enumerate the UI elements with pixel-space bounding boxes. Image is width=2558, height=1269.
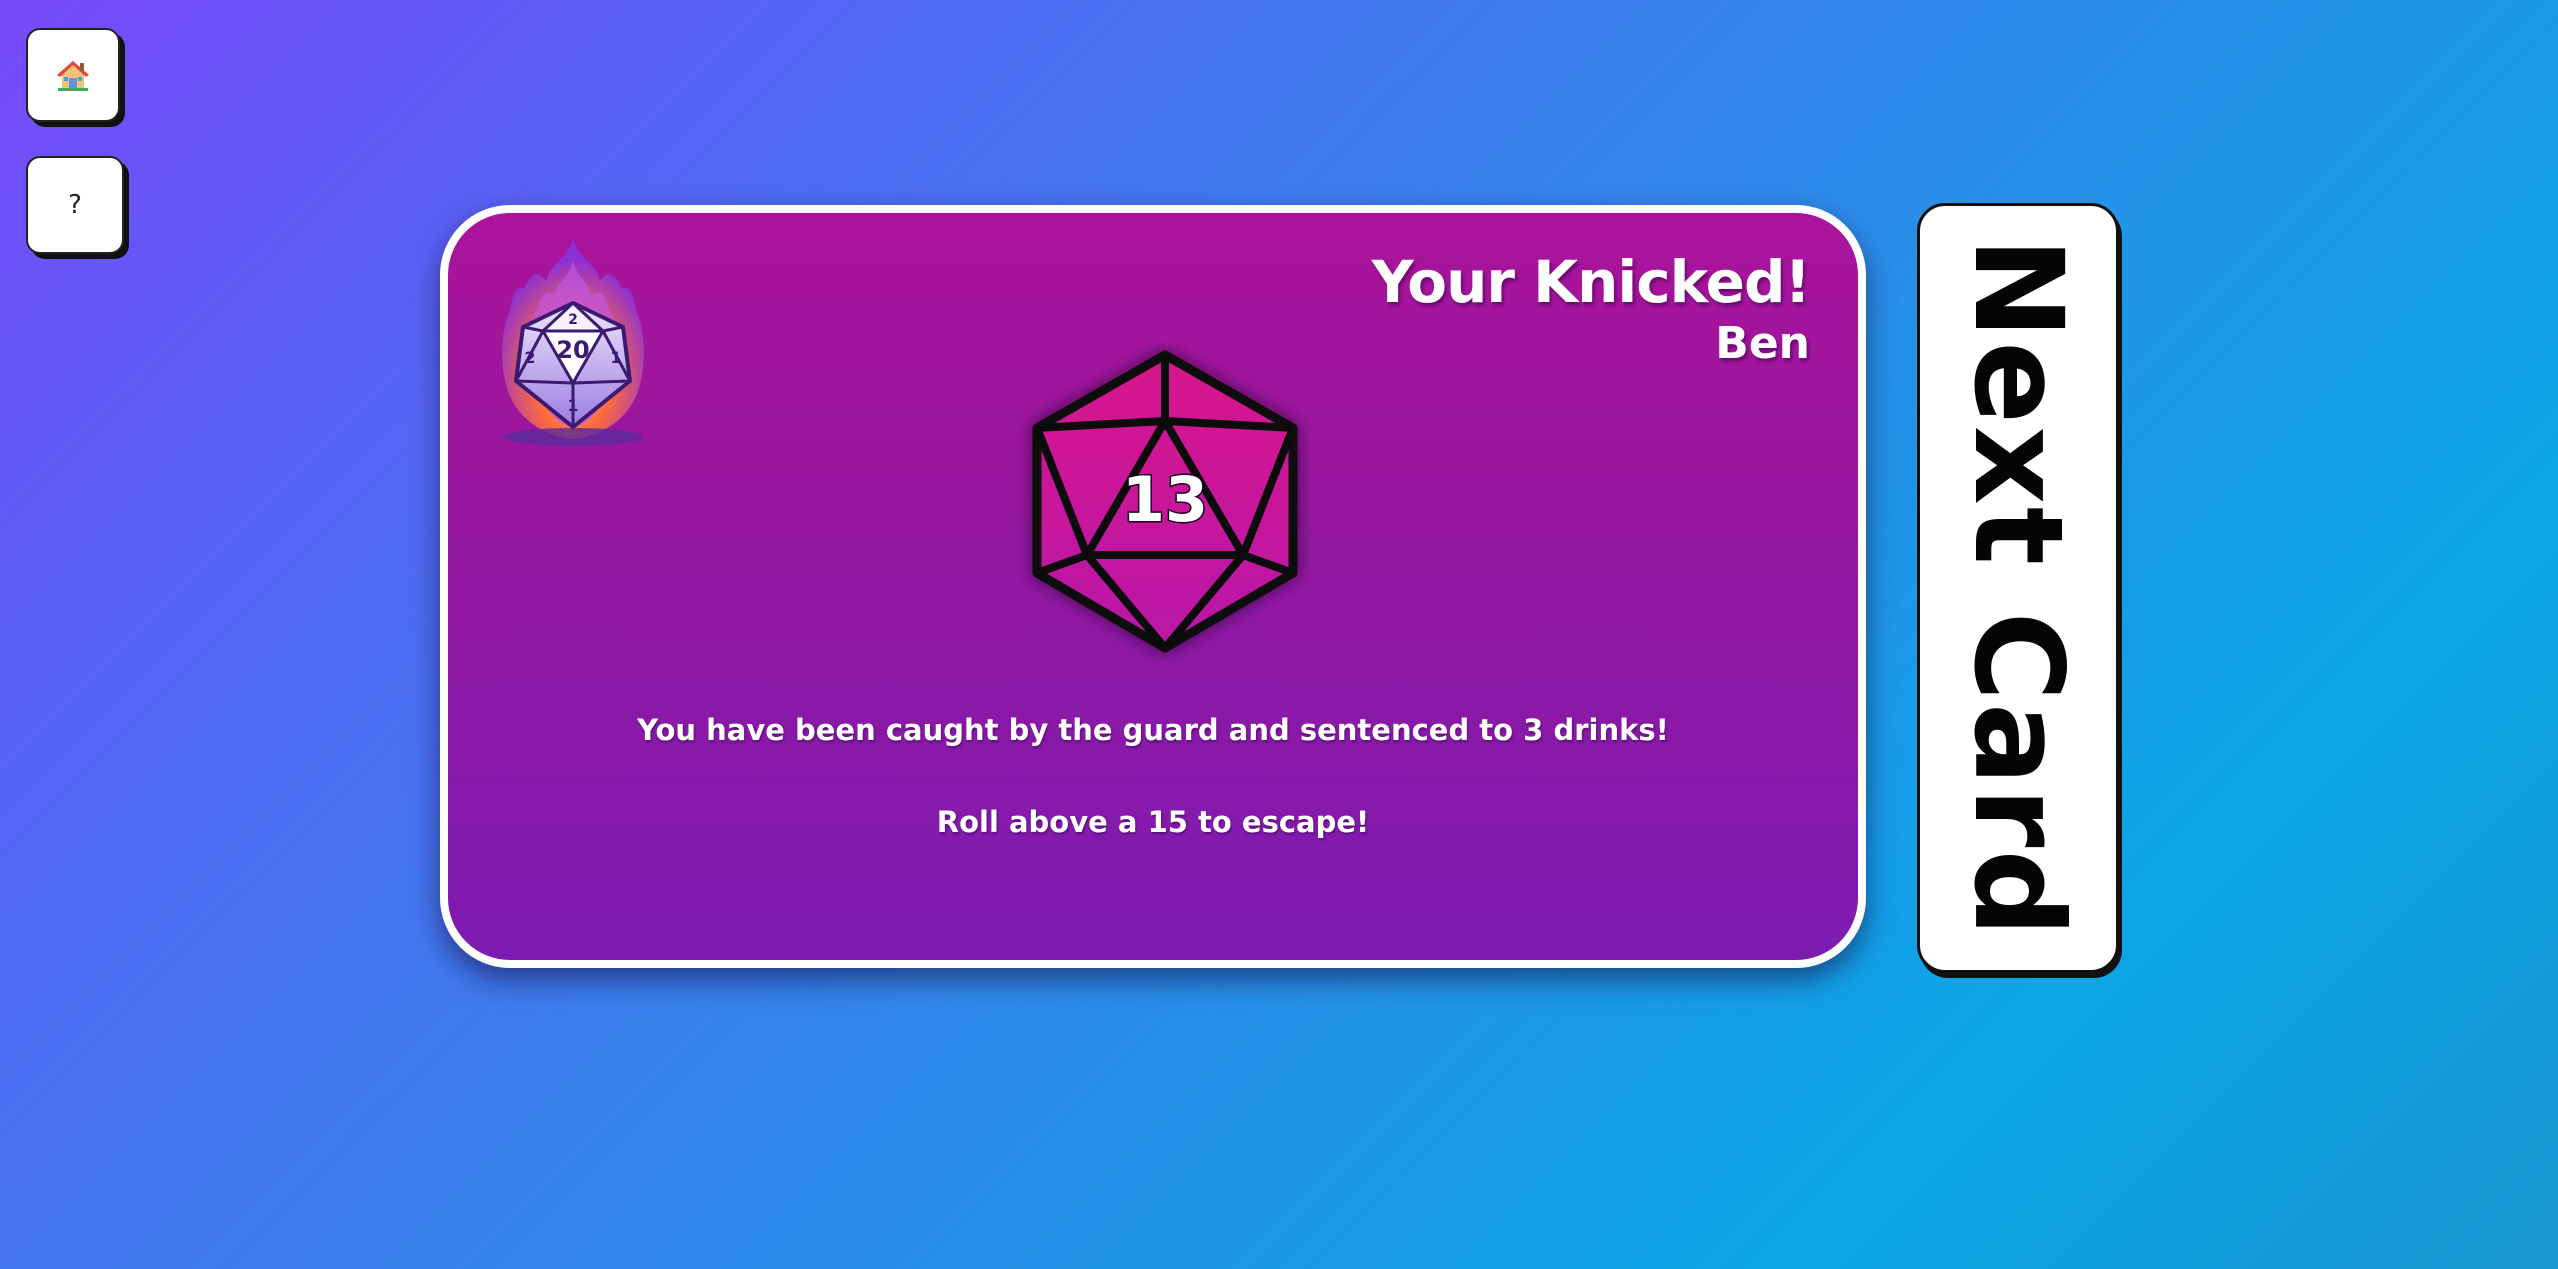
home-button[interactable]	[26, 28, 120, 122]
help-button-label: ?	[68, 190, 82, 220]
logo-top-face: 2	[568, 312, 578, 328]
player-name: Ben	[1715, 317, 1810, 369]
house-icon	[57, 61, 89, 91]
dice-roll-value: 13	[1122, 463, 1208, 536]
card-description: You have been caught by the guard and se…	[637, 713, 1669, 747]
help-button[interactable]: ?	[26, 156, 124, 254]
card-challenge: Roll above a 15 to escape!	[936, 805, 1370, 839]
game-card: 2 20 2 1 1 Your Knicked! Ben 13 You have…	[440, 205, 1866, 968]
d20-die-icon: 13	[1032, 350, 1298, 653]
card-header: Your Knicked! Ben	[1371, 248, 1811, 370]
logo-left-face: 2	[524, 348, 535, 367]
card-title: Your Knicked!	[1371, 248, 1811, 316]
next-card-label: Next Card	[1947, 237, 2089, 939]
next-card-button[interactable]: Next Card	[1917, 203, 2119, 973]
logo-right-face: 1	[610, 348, 621, 367]
logo-center-face: 20	[556, 336, 589, 364]
flaming-d20-logo-icon: 2 20 2 1 1	[502, 239, 644, 446]
logo-bottom-face: 1	[567, 396, 578, 415]
